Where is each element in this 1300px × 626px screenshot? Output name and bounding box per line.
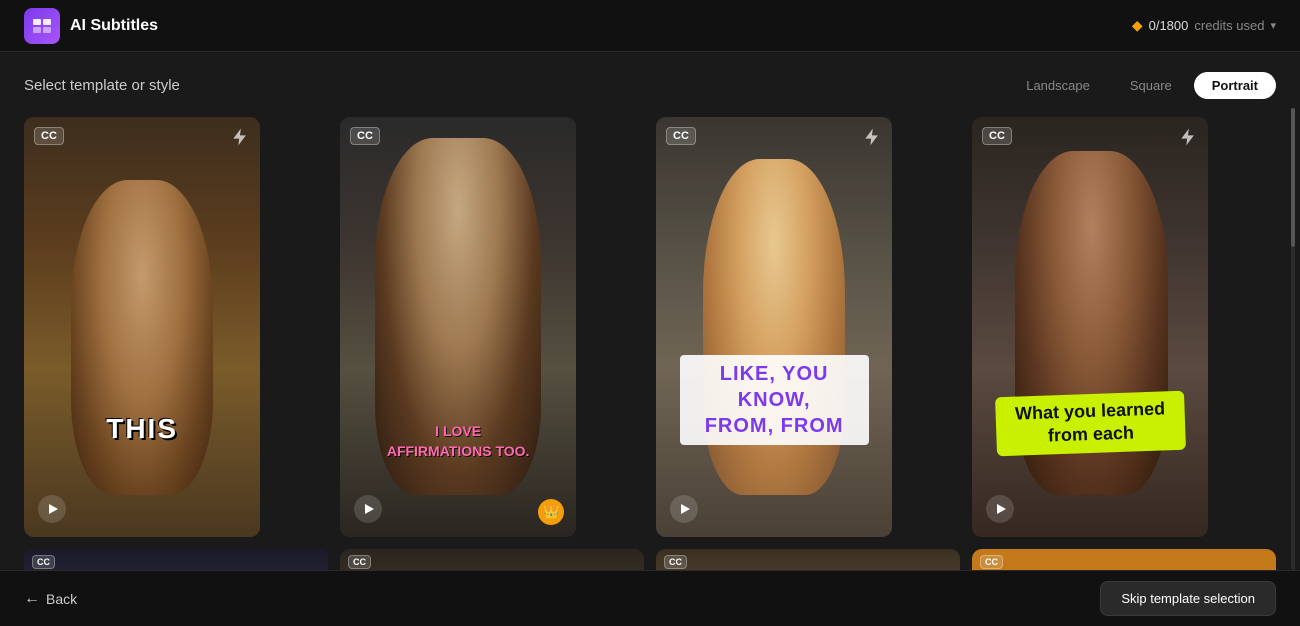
- brand-icon-4: [1178, 127, 1198, 152]
- tab-portrait[interactable]: Portrait: [1194, 72, 1276, 99]
- credits-used: 0/1800: [1149, 18, 1189, 33]
- footer: ← Back Skip template selection: [0, 570, 1300, 626]
- template-card-3[interactable]: CC LIKE, YOU KNOW,FROM, FROM: [656, 117, 892, 537]
- cc-badge-7: CC: [664, 555, 687, 569]
- cc-badge-8: CC: [980, 555, 1003, 569]
- section-title: Select template or style: [24, 77, 180, 94]
- brand-icon-3: [862, 127, 882, 152]
- play-button-4[interactable]: [986, 495, 1014, 523]
- credits-label: credits used: [1194, 18, 1264, 33]
- main-content: Select template or style Landscape Squar…: [0, 52, 1300, 570]
- subtitle-text-1: THIS: [48, 413, 237, 445]
- app-title: AI Subtitles: [70, 17, 158, 35]
- tab-square[interactable]: Square: [1112, 72, 1190, 99]
- scroll-thumb: [1291, 108, 1295, 247]
- diamond-icon: ◆: [1132, 17, 1143, 34]
- bottom-row: CC CC CC CC: [24, 549, 1276, 570]
- back-arrow-icon: ←: [24, 590, 40, 608]
- cc-badge-2: CC: [350, 127, 380, 145]
- header-left: AI Subtitles: [24, 8, 158, 44]
- template-card-2[interactable]: CC I LOVEAFFIRMATIONS TOO. 👑: [340, 117, 576, 537]
- cc-badge-4: CC: [982, 127, 1012, 145]
- templates-grid: CC THIS CC I LOVEAFFIRMATIONS TOO. 👑 CC …: [24, 117, 1276, 537]
- scrollbar[interactable]: [1290, 108, 1296, 570]
- view-tabs: Landscape Square Portrait: [1008, 72, 1276, 99]
- brand-icon-1: [230, 127, 250, 152]
- cc-badge-6: CC: [348, 555, 371, 569]
- chevron-down-icon[interactable]: ▾: [1270, 19, 1276, 32]
- subtitle-text-2: I LOVEAFFIRMATIONS TOO.: [364, 422, 553, 461]
- credits-area: ◆ 0/1800 credits used ▾: [1132, 17, 1276, 34]
- template-card-1[interactable]: CC THIS: [24, 117, 260, 537]
- cc-badge-1: CC: [34, 127, 64, 145]
- section-header: Select template or style Landscape Squar…: [24, 72, 1276, 99]
- subtitle-text-3: LIKE, YOU KNOW,FROM, FROM: [680, 355, 869, 445]
- template-card-5[interactable]: CC: [24, 549, 328, 570]
- back-button[interactable]: ← Back: [24, 590, 77, 608]
- back-label: Back: [46, 591, 77, 607]
- tab-landscape[interactable]: Landscape: [1008, 72, 1108, 99]
- template-card-4[interactable]: CC What you learnedfrom each: [972, 117, 1208, 537]
- cc-badge-5: CC: [32, 555, 55, 569]
- play-button-2[interactable]: [354, 495, 382, 523]
- cc-badge-3: CC: [666, 127, 696, 145]
- template-card-7[interactable]: CC: [656, 549, 960, 570]
- header: AI Subtitles ◆ 0/1800 credits used ▾: [0, 0, 1300, 52]
- subtitle-text-4: What you learnedfrom each: [995, 391, 1186, 456]
- template-card-8[interactable]: CC: [972, 549, 1276, 570]
- play-button-1[interactable]: [38, 495, 66, 523]
- scroll-track: [1291, 108, 1295, 570]
- template-card-6[interactable]: CC: [340, 549, 644, 570]
- skip-template-button[interactable]: Skip template selection: [1100, 581, 1276, 616]
- app-logo: [24, 8, 60, 44]
- play-button-3[interactable]: [670, 495, 698, 523]
